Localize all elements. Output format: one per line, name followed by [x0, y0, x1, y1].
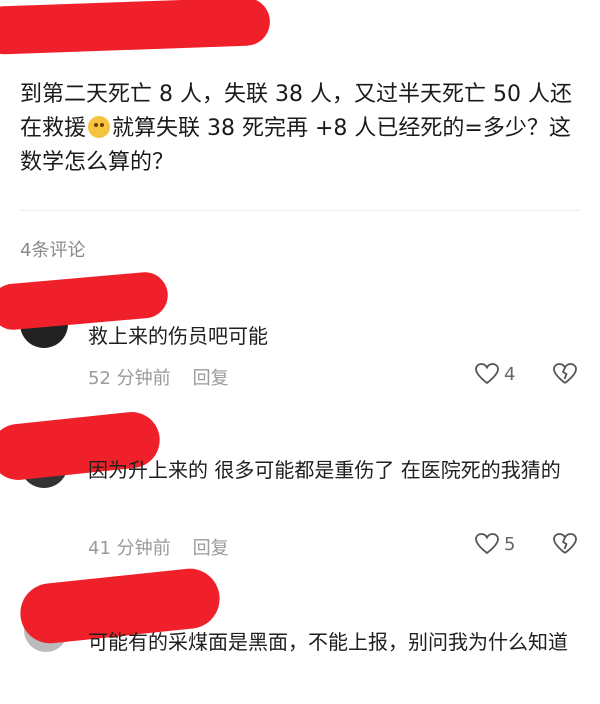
broken-heart-icon: [553, 363, 577, 384]
comment-time: 41 分钟前: [88, 538, 171, 559]
dislike-button[interactable]: [552, 362, 578, 390]
sweat-smile-emoji: [88, 116, 111, 138]
like-button[interactable]: 5: [474, 532, 515, 556]
comment-text: 可能有的采煤面是黑面，不能上报，别问我为什么知道: [88, 630, 568, 654]
comment-meta: 52 分钟前 回复: [88, 364, 229, 390]
reply-button[interactable]: 回复: [193, 368, 229, 389]
comment-text: 因为升上来的 很多可能都是重伤了 在医院死的我猜的: [88, 458, 561, 482]
comment-text: 救上来的伤员吧可能: [88, 324, 268, 348]
redacted-post-author: [0, 0, 271, 56]
like-button[interactable]: 4: [474, 362, 515, 386]
divider: [20, 210, 580, 211]
broken-heart-icon: [553, 533, 577, 554]
post-body: 到第二天死亡 8 人，失联 38 人，又过半天死亡 50 人还在救援 就算失联 3…: [20, 78, 580, 180]
like-count: 4: [504, 363, 516, 385]
comment-meta: 41 分钟前 回复: [88, 534, 229, 560]
reply-button[interactable]: 回复: [193, 538, 229, 559]
heart-outline-icon: [475, 533, 499, 555]
comment-time: 52 分钟前: [88, 368, 171, 389]
like-count: 5: [504, 533, 516, 555]
dislike-button[interactable]: [552, 532, 578, 560]
heart-outline-icon: [475, 363, 499, 385]
comments-count: 4条评论: [20, 240, 86, 261]
